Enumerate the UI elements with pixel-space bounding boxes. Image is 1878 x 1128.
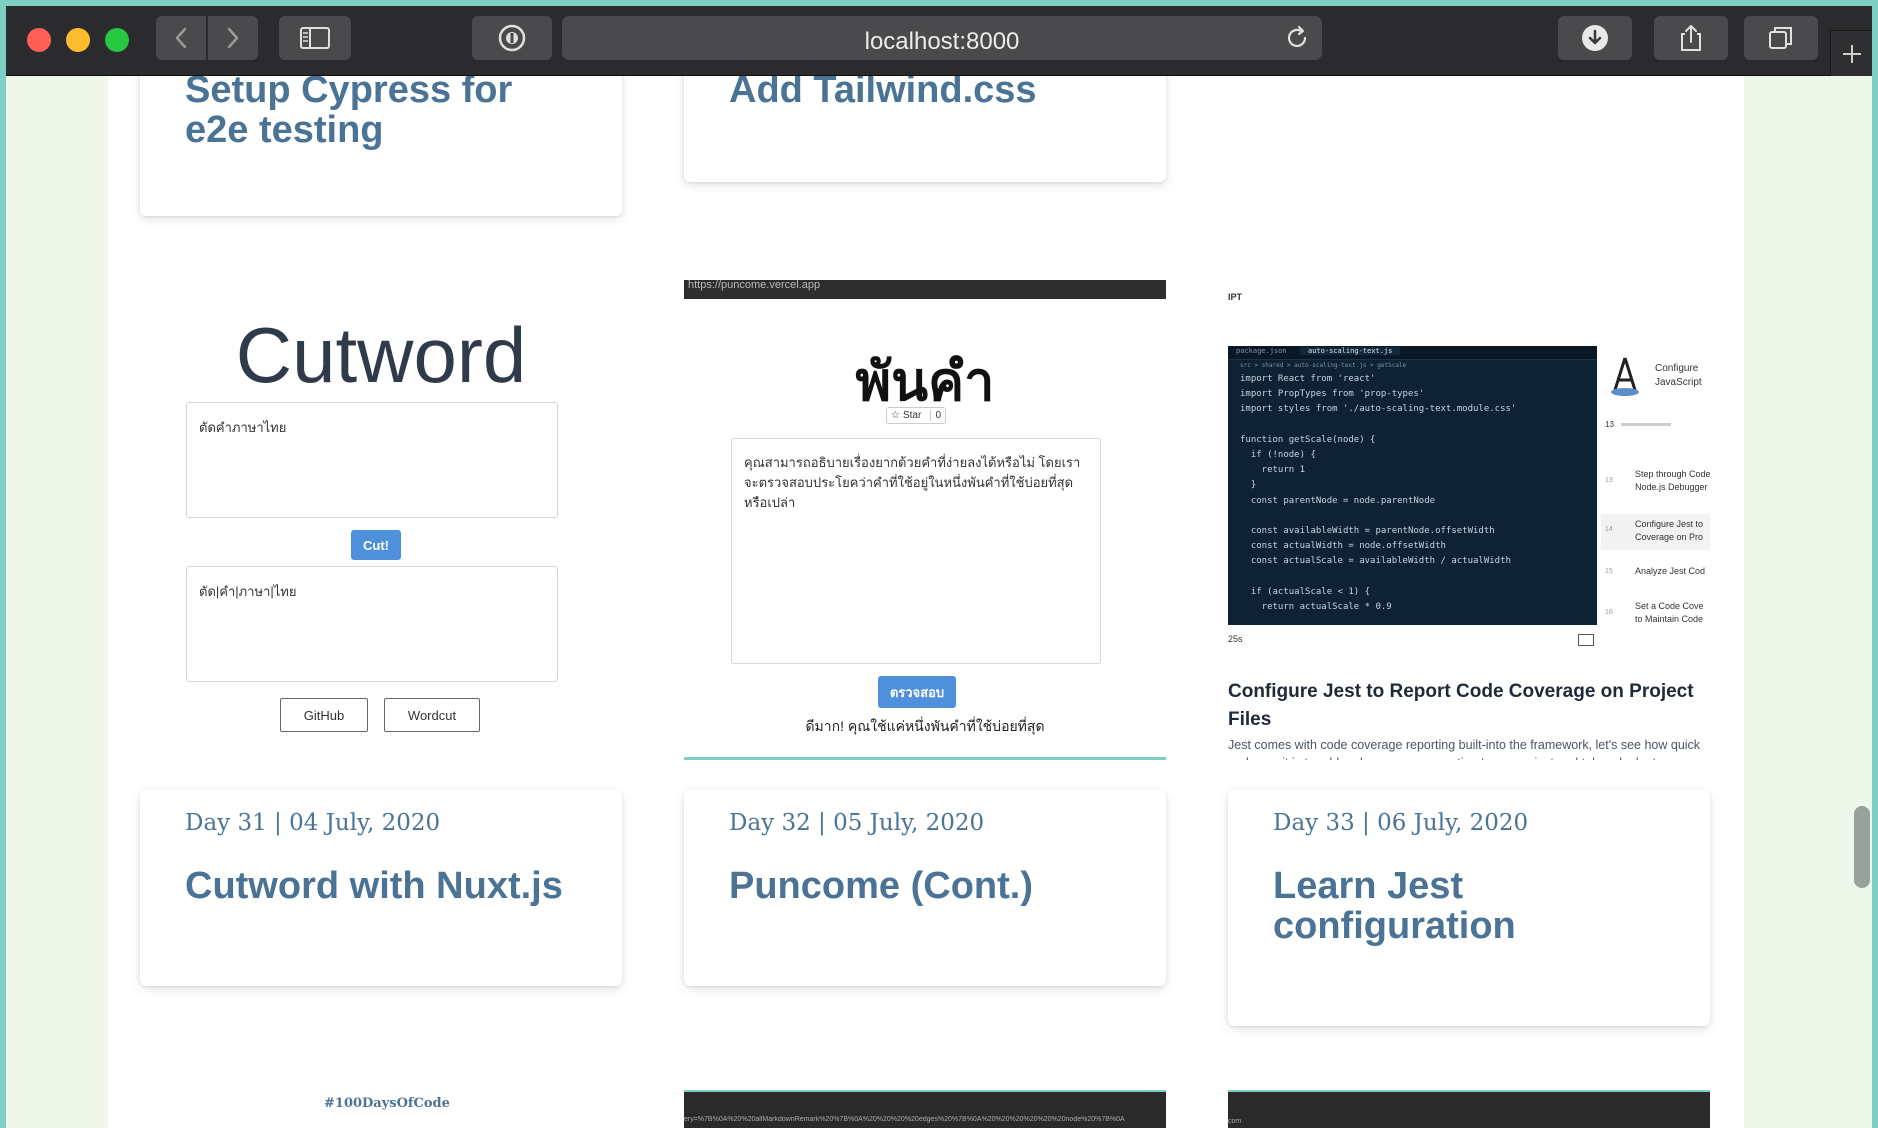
share-icon (1681, 25, 1701, 51)
course-logo-icon (1607, 354, 1643, 398)
share-button[interactable] (1654, 16, 1728, 60)
cutword-preview-image[interactable]: Cutword ตัดคำภาษาไทย Cut! ตัด|คำ|ภาษา|ไท… (140, 280, 622, 760)
code-line: } (1240, 480, 1257, 490)
card-day-33[interactable]: Day 33 | 06 July, 2020 Learn Jest config… (1228, 790, 1710, 1026)
tabs-icon (1769, 27, 1792, 49)
playlist-sidebar: Configure JavaScript 13 13 Step through … (1601, 346, 1710, 625)
close-window-button[interactable] (27, 28, 51, 52)
code-line: return 1 (1240, 465, 1306, 475)
video-title: Configure Jest to Report Code Coverage o… (1228, 681, 1694, 730)
fullscreen-icon (1578, 634, 1594, 646)
code-line: const actualScale = availableWidth / act… (1240, 556, 1511, 566)
card-title[interactable]: Setup Cypress for e2e testing (185, 76, 605, 150)
star-badge: ☆ Star 0 (886, 407, 946, 424)
url-text: localhost:8000 (864, 28, 1020, 55)
code-line: if (actualScale < 1) { (1240, 587, 1371, 597)
minimize-window-button[interactable] (66, 28, 90, 52)
card-day-30[interactable]: Add Tailwind.css (684, 76, 1166, 182)
address-bar[interactable]: localhost:8000 (562, 16, 1322, 60)
code-editor: package.json auto-scaling-text.js src > … (1228, 346, 1597, 625)
password-manager-button[interactable] (472, 16, 552, 60)
star-label: Star (902, 410, 922, 421)
strip-url-text: ery=%7B%0A%20%20allMarkdownRemark%20%7B%… (684, 1116, 1125, 1123)
chevron-right-icon (227, 27, 239, 49)
playlist-header: Configure JavaScript (1655, 363, 1702, 388)
sidebar-toggle-button[interactable] (279, 16, 351, 60)
hashtag-text: #100DaysOfCode (324, 1096, 450, 1111)
divider (684, 757, 1166, 760)
playlist-item-active: 14 Configure Jest to Coverage on Pro (1601, 514, 1710, 550)
card-day-32[interactable]: Day 32 | 05 July, 2020 Puncome (Cont.) (684, 790, 1166, 986)
cutword-heading: Cutword (235, 311, 527, 399)
editor-tabs: package.json auto-scaling-text.js (1228, 346, 1597, 360)
card-date: Day 31 | 04 July, 2020 (185, 810, 441, 836)
browser-toolbar: localhost:8000 (6, 6, 1872, 76)
code-line: function getScale(node) { (1240, 435, 1376, 445)
code-line: if (!node) { (1240, 450, 1316, 460)
code-line: return actualScale * 0.9 (1240, 602, 1392, 612)
github-button: GitHub (280, 698, 368, 732)
wordcut-button: Wordcut (384, 698, 480, 732)
reload-icon[interactable] (1284, 25, 1310, 51)
scrollbar-thumb[interactable] (1854, 806, 1870, 888)
star-count: 0 (930, 410, 945, 421)
cutword-input-textarea: ตัดคำภาษาไทย (186, 402, 558, 518)
card-day-31[interactable]: Day 31 | 04 July, 2020 Cutword with Nuxt… (140, 790, 622, 986)
forward-button[interactable] (208, 16, 258, 60)
password-icon (498, 24, 526, 52)
puncome-textarea: คุณสามารถอธิบายเรื่องยากด้วยคำที่ง่ายลงไ… (731, 438, 1101, 664)
editor-tab: package.json (1236, 347, 1287, 355)
editor-breadcrumb: src > shared > auto-scaling-text.js > ge… (1240, 362, 1407, 369)
cutword-output-textarea: ตัด|คำ|ภาษา|ไทย (186, 566, 558, 682)
new-tab-button[interactable] (1830, 30, 1872, 76)
card-title-line: configuration (1273, 905, 1516, 947)
video-duration: 25s (1228, 634, 1243, 644)
code-line: const availableWidth = parentNode.offset… (1240, 526, 1495, 536)
card-date: Day 32 | 05 July, 2020 (729, 810, 985, 836)
jest-preview-image[interactable]: IPT package.json auto-scaling-text.js sr… (1228, 280, 1710, 760)
cut-button: Cut! (351, 530, 401, 560)
code-line: import styles from './auto-scaling-text.… (1240, 404, 1517, 414)
download-icon (1582, 25, 1608, 51)
top-label: IPT (1228, 292, 1243, 302)
video-description: Jest comes with code coverage reporting … (1228, 738, 1701, 760)
card-title-line: e2e testing (185, 109, 384, 151)
card-title[interactable]: Puncome (Cont.) (729, 866, 1159, 906)
editor-tab: auto-scaling-text.js (1300, 347, 1401, 355)
puncome-result: ดีมาก! คุณใช้แค่หนึ่งพันคำที่ใช้บ่อยที่ส… (805, 718, 1045, 734)
puncome-url-bar: https://puncome.vercel.app (684, 280, 1166, 299)
strip-url-text: com (1228, 1118, 1242, 1125)
preview-image-strip[interactable]: ery=%7B%0A%20%20allMarkdownRemark%20%7B%… (684, 1090, 1166, 1128)
downloads-button[interactable] (1558, 16, 1632, 60)
code-line: import PropTypes from 'prop-types' (1240, 389, 1425, 399)
sidebar-icon (300, 27, 330, 49)
browser-window: localhost:8000 Setup Cypress for e2e tes… (6, 6, 1872, 1128)
card-title-line: Setup Cypress for (185, 76, 513, 111)
card-title-line: Add Tailwind.css (729, 76, 1037, 111)
code-line: import React from 'react' (1240, 374, 1376, 384)
preview-image-strip[interactable]: com (1228, 1090, 1710, 1128)
playlist-count: 13 (1605, 420, 1614, 429)
puncome-preview-image[interactable]: https://puncome.vercel.app พันคำ ☆ Star … (684, 280, 1166, 760)
code-line: const parentNode = node.parentNode (1240, 496, 1436, 506)
code-line: const actualWidth = node.offsetWidth (1240, 541, 1446, 551)
card-day-29[interactable]: Setup Cypress for e2e testing (140, 76, 622, 216)
star-icon: ☆ (891, 410, 900, 421)
card-date: Day 33 | 06 July, 2020 (1273, 810, 1529, 836)
chevron-left-icon (175, 27, 187, 49)
tab-overview-button[interactable] (1744, 16, 1818, 60)
progress-bar (1621, 423, 1671, 426)
check-button: ตรวจสอบ (878, 676, 956, 708)
card-title[interactable]: Add Tailwind.css (729, 76, 1149, 110)
card-title-line: Learn Jest (1273, 865, 1464, 907)
page-content: Setup Cypress for e2e testing Add Tailwi… (108, 76, 1744, 1128)
card-title[interactable]: Cutword with Nuxt.js (185, 866, 615, 906)
back-button[interactable] (156, 16, 206, 60)
card-title[interactable]: Learn Jest configuration (1273, 866, 1703, 946)
zoom-window-button[interactable] (105, 28, 129, 52)
plus-icon (1842, 44, 1861, 63)
